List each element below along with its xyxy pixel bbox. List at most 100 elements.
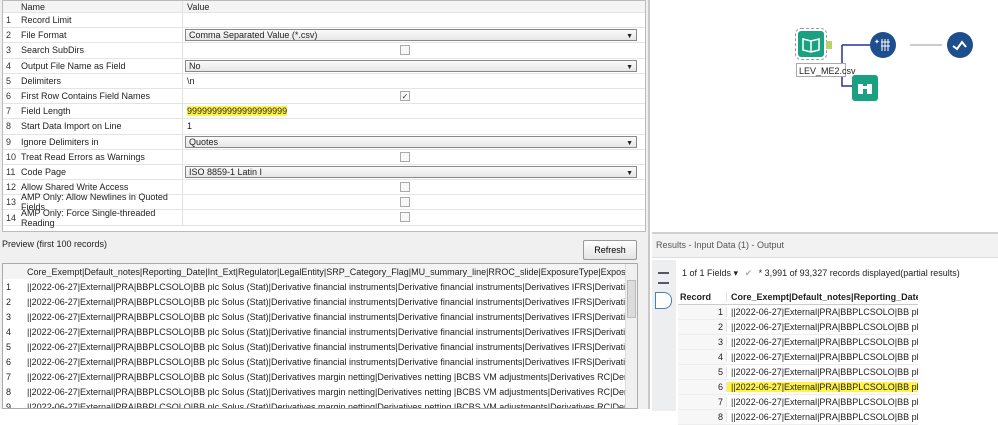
row-value: ||2022-06-27|External|PRA|BBPLCSOLO|BB p… (27, 326, 637, 337)
svg-text:✦: ✦ (874, 38, 880, 46)
workflow-canvas[interactable]: LEV_ME2.csv ✦ (652, 0, 998, 232)
config-row: 11 Code Page ISO 8859-1 Latin I ▼ (3, 164, 645, 181)
property-value[interactable]: 1 (183, 119, 645, 133)
row-number: 3 (6, 311, 12, 322)
record-value: ||2022-06-27|External|PRA|BBPLCSOLO|BB p… (726, 337, 918, 347)
checkbox[interactable] (400, 182, 410, 193)
checkbox[interactable] (400, 151, 410, 162)
results-sidebar (652, 260, 676, 411)
property-name: Field Length (17, 104, 183, 119)
config-row: 8 Start Data Import on Line 1 (3, 119, 645, 135)
results-row[interactable]: 6 ||2022-06-27|External|PRA|BBPLCSOLO|BB … (678, 380, 918, 395)
preview-row[interactable]: 7 ||2022-06-27|External|PRA|BBPLCSOLO|BB … (3, 369, 637, 384)
property-value[interactable] (183, 195, 645, 209)
book-icon (802, 38, 820, 53)
field-column-header[interactable]: Core_Exempt|Default_notes|Reporting_Date… (726, 292, 918, 302)
preview-row[interactable]: 4 ||2022-06-27|External|PRA|BBPLCSOLO|BB … (3, 324, 637, 339)
property-name: File Format (17, 28, 183, 43)
property-value[interactable] (183, 180, 645, 194)
checkbox[interactable]: ✓ (400, 90, 410, 101)
property-value[interactable]: Quotes ▼ (183, 135, 645, 149)
property-value-text[interactable]: 99999999999999999999 (187, 106, 288, 117)
property-name: Start Data Import on Line (17, 119, 183, 134)
property-value-text[interactable]: \n (187, 76, 195, 86)
rows-view-icon[interactable] (658, 272, 669, 284)
results-row[interactable]: 5 ||2022-06-27|External|PRA|BBPLCSOLO|BB … (678, 365, 918, 380)
row-number: 7 (6, 106, 12, 117)
property-name: Output File Name as Field (17, 58, 183, 73)
preview-row[interactable]: 8 ||2022-06-27|External|PRA|BBPLCSOLO|BB … (3, 384, 637, 399)
row-number: 8 (6, 121, 12, 132)
browse-tool[interactable] (852, 75, 878, 101)
results-row[interactable]: 3 ||2022-06-27|External|PRA|BBPLCSOLO|BB … (678, 335, 918, 350)
columns-icon: ✦ (874, 38, 890, 51)
chevron-down-icon[interactable]: ▼ (626, 140, 633, 147)
dropdown[interactable]: ISO 8859-1 Latin I ▼ (185, 165, 637, 179)
row-value: ||2022-06-27|External|PRA|BBPLCSOLO|BB p… (27, 371, 637, 382)
value-header: Value (187, 1, 210, 12)
property-value[interactable] (183, 210, 645, 224)
preview-row[interactable]: 1 ||2022-06-27|External|PRA|BBPLCSOLO|BB … (3, 279, 637, 294)
preview-row[interactable]: 5 ||2022-06-27|External|PRA|BBPLCSOLO|BB … (3, 339, 637, 354)
preview-row[interactable]: 2 ||2022-06-27|External|PRA|BBPLCSOLO|BB … (3, 294, 637, 309)
property-value[interactable]: 99999999999999999999 (183, 104, 645, 118)
metadata-view-icon[interactable] (655, 292, 672, 309)
property-name: Treat Read Errors as Warnings (17, 149, 183, 164)
scroll-thumb[interactable] (627, 280, 636, 318)
output-tool[interactable] (947, 32, 973, 58)
preview-row[interactable]: 9 ||2022-06-27|External|PRA|BBPLCSOLO|BB … (3, 399, 637, 409)
property-value[interactable]: \n (183, 74, 645, 88)
property-value[interactable] (183, 13, 645, 27)
property-value[interactable]: No ▼ (183, 59, 645, 73)
chevron-down-icon[interactable]: ▾ (734, 268, 741, 278)
output-anchor[interactable] (826, 41, 832, 49)
property-name: Record Limit (17, 13, 183, 28)
record-number: 1 (678, 305, 726, 319)
dropdown[interactable]: Comma Separated Value (*.csv) ▼ (185, 29, 637, 42)
input-tool-label: LEV_ME2.csv (796, 63, 856, 77)
row-number: 14 (6, 212, 17, 223)
property-value[interactable]: ✓ (183, 89, 645, 103)
property-name: AMP Only: Force Single-threaded Reading (17, 208, 183, 228)
check-icon (952, 40, 967, 51)
chevron-down-icon[interactable]: ▼ (626, 170, 633, 177)
input-data-tool[interactable] (795, 28, 827, 60)
config-row: 10 Treat Read Errors as Warnings (3, 149, 645, 165)
record-value: ||2022-06-27|External|PRA|BBPLCSOLO|BB p… (726, 367, 918, 377)
refresh-button[interactable]: Refresh (583, 240, 637, 260)
property-value[interactable]: Comma Separated Value (*.csv) ▼ (183, 28, 645, 42)
fields-selector[interactable]: 1 of 1 Fields (682, 268, 731, 278)
text-to-columns-tool[interactable]: ✦ (870, 32, 896, 58)
property-value[interactable] (183, 150, 645, 164)
results-table: Record Core_Exempt|Default_notes|Reporti… (678, 290, 918, 425)
row-number: 6 (6, 356, 12, 367)
config-row: 6 First Row Contains Field Names ✓ (3, 88, 645, 105)
checkbox[interactable] (400, 45, 410, 56)
chevron-down-icon[interactable]: ▼ (626, 64, 633, 71)
preview-scrollbar[interactable] (625, 264, 637, 408)
dropdown[interactable]: No ▼ (185, 59, 637, 72)
preview-grid: Core_Exempt|Default_notes|Reporting_Date… (2, 263, 638, 409)
preview-column-header[interactable]: Core_Exempt|Default_notes|Reporting_Date… (27, 267, 637, 277)
results-panel: Results - Input Data (1) - Output 1 of 1… (652, 232, 998, 425)
property-value[interactable]: ISO 8859-1 Latin I ▼ (183, 165, 645, 179)
property-value[interactable] (183, 43, 645, 57)
config-row: 14 AMP Only: Force Single-threaded Readin… (3, 208, 645, 228)
record-column-header[interactable]: Record (678, 290, 726, 304)
results-row[interactable]: 7 ||2022-06-27|External|PRA|BBPLCSOLO|BB … (678, 395, 918, 410)
row-value: ||2022-06-27|External|PRA|BBPLCSOLO|BB p… (27, 386, 637, 397)
dropdown[interactable]: Quotes ▼ (185, 135, 637, 148)
preview-label: Preview (first 100 records) (2, 239, 108, 249)
preview-row[interactable]: 6 ||2022-06-27|External|PRA|BBPLCSOLO|BB … (3, 354, 637, 369)
results-row[interactable]: 1 ||2022-06-27|External|PRA|BBPLCSOLO|BB … (678, 305, 918, 320)
row-number: 2 (6, 30, 12, 41)
chevron-down-icon[interactable]: ▼ (626, 33, 633, 40)
checkbox[interactable] (400, 212, 410, 223)
checkbox[interactable] (400, 197, 410, 208)
results-row[interactable]: 2 ||2022-06-27|External|PRA|BBPLCSOLO|BB … (678, 320, 918, 335)
row-number: 12 (6, 182, 17, 193)
results-row[interactable]: 4 ||2022-06-27|External|PRA|BBPLCSOLO|BB … (678, 350, 918, 365)
preview-row[interactable]: 3 ||2022-06-27|External|PRA|BBPLCSOLO|BB … (3, 309, 637, 324)
results-row[interactable]: 8 ||2022-06-27|External|PRA|BBPLCSOLO|BB … (678, 410, 918, 425)
property-value-text[interactable]: 1 (187, 121, 192, 131)
